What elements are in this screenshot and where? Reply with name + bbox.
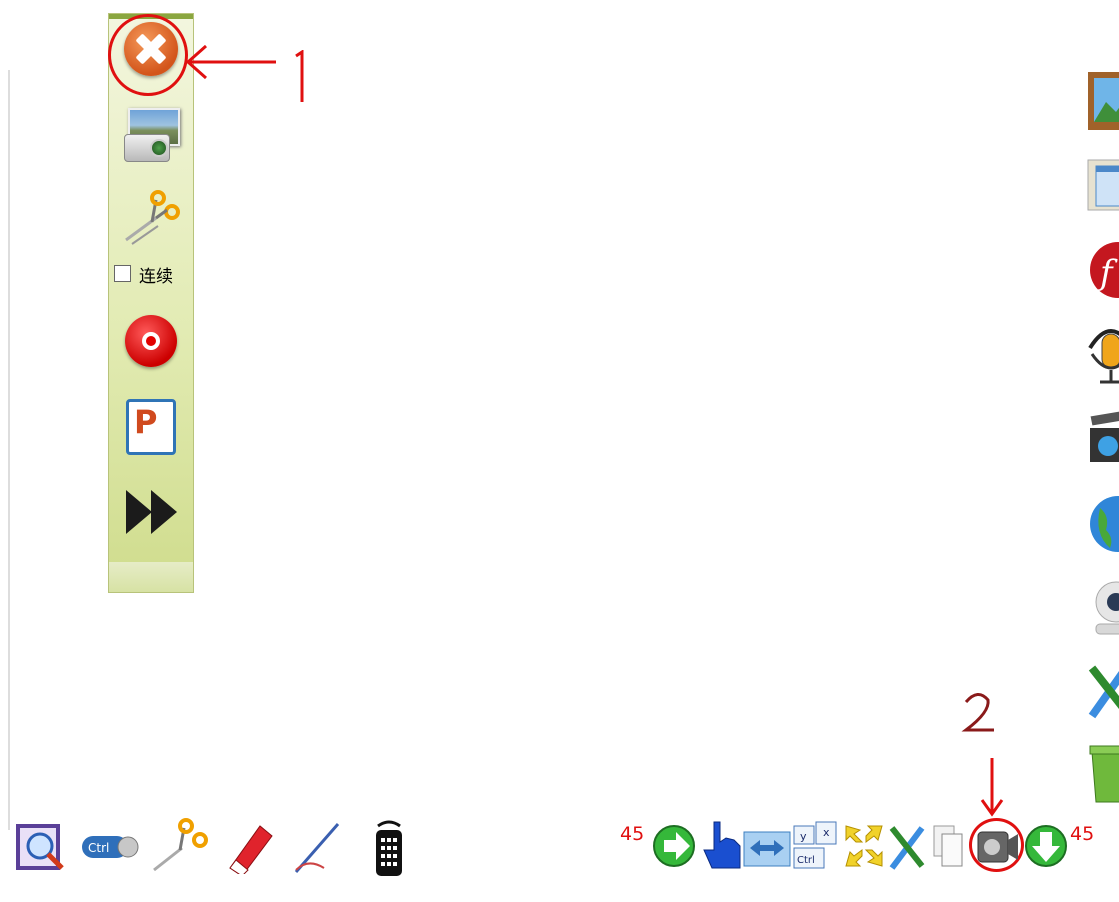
keyboard-shortcut-button[interactable]: y x Ctrl	[790, 818, 840, 878]
magnifier-button[interactable]	[14, 818, 70, 874]
key-x-label: x	[823, 826, 830, 839]
ctrl-key-icon: Ctrl	[82, 836, 139, 858]
annotation-circle-1	[108, 14, 188, 96]
window-slides-icon	[1087, 159, 1119, 211]
flash-icon: f	[1090, 242, 1119, 298]
dock-recycle-bin[interactable]	[1086, 742, 1119, 812]
fast-forward-icon	[126, 490, 152, 534]
keyboard-shortcut-icon: y x Ctrl	[793, 821, 837, 869]
fast-forward-button[interactable]	[124, 490, 180, 536]
record-icon	[142, 332, 160, 350]
copy-pages-icon	[933, 825, 963, 867]
next-page-button[interactable]	[652, 822, 700, 874]
pen-icon	[294, 823, 340, 873]
scissors-icon	[153, 818, 208, 872]
expand-icon	[845, 825, 883, 867]
scissors-icon	[125, 190, 180, 245]
video-clapper-icon	[1089, 410, 1119, 462]
pointer-button[interactable]	[700, 818, 744, 878]
panel-bottom-bar	[109, 562, 193, 592]
recycle-bin-icon	[1089, 745, 1119, 803]
remote-control-button[interactable]	[370, 818, 410, 876]
dock-globe[interactable]	[1086, 490, 1119, 560]
globe-icon	[1090, 496, 1119, 552]
key-ctrl-label: Ctrl	[797, 855, 815, 866]
tools-icon	[889, 826, 925, 870]
pen-button[interactable]	[288, 818, 348, 874]
continuous-label: 连续	[139, 267, 173, 287]
eraser-icon	[229, 825, 273, 877]
picture-frame-icon	[1088, 72, 1119, 130]
dock-webcam[interactable]	[1086, 574, 1119, 644]
magnifier-book-icon	[16, 824, 64, 870]
powerpoint-button[interactable]: P	[124, 397, 180, 457]
annotation-arrow-2	[980, 758, 1004, 817]
dock-tools[interactable]	[1086, 658, 1119, 728]
swap-button[interactable]	[742, 826, 792, 874]
page-number-left: 45	[620, 823, 645, 845]
fast-forward-icon-second	[151, 490, 177, 534]
video-capture-button[interactable]	[974, 822, 1020, 874]
dock-video-clapper[interactable]	[1086, 406, 1119, 476]
hand-pointer-icon	[703, 821, 741, 869]
ctrl-key-text: Ctrl	[88, 841, 109, 855]
eraser-button[interactable]	[220, 818, 280, 877]
annotation-arrow-1	[185, 44, 276, 80]
webcam-icon	[1095, 581, 1119, 635]
microphone-icon	[1088, 329, 1119, 384]
page-number-right: 45	[1070, 823, 1095, 845]
scroll-down-button[interactable]	[1024, 822, 1070, 874]
tools-icon	[1088, 665, 1119, 719]
dock-microphone[interactable]	[1086, 320, 1119, 390]
annotation-label-2	[961, 693, 994, 732]
swap-arrows-icon	[743, 831, 791, 867]
remote-control-icon	[376, 820, 402, 876]
record-button[interactable]	[125, 315, 177, 367]
copy-pages-button[interactable]	[930, 822, 970, 874]
scissors-button[interactable]	[152, 818, 212, 874]
continuous-checkbox[interactable]	[114, 265, 131, 282]
tools-button[interactable]	[886, 818, 930, 878]
cut-button[interactable]	[122, 188, 182, 248]
dock-picture-frame[interactable]	[1086, 68, 1119, 138]
camera-lens-icon	[150, 139, 168, 157]
key-y-label: y	[800, 830, 807, 843]
dock-window-slides[interactable]	[1086, 152, 1119, 222]
annotation-label-1	[295, 50, 304, 102]
powerpoint-letter: P	[134, 403, 158, 441]
ctrl-key-button[interactable]: Ctrl	[80, 818, 150, 874]
left-border-line	[8, 70, 10, 830]
dock-flash[interactable]: f	[1086, 236, 1119, 306]
camera-video-icon	[977, 831, 1018, 863]
next-arrow-icon	[653, 825, 695, 867]
screenshot-button[interactable]	[120, 108, 180, 162]
down-arrow-icon	[1025, 825, 1067, 867]
expand-button[interactable]	[842, 822, 886, 874]
